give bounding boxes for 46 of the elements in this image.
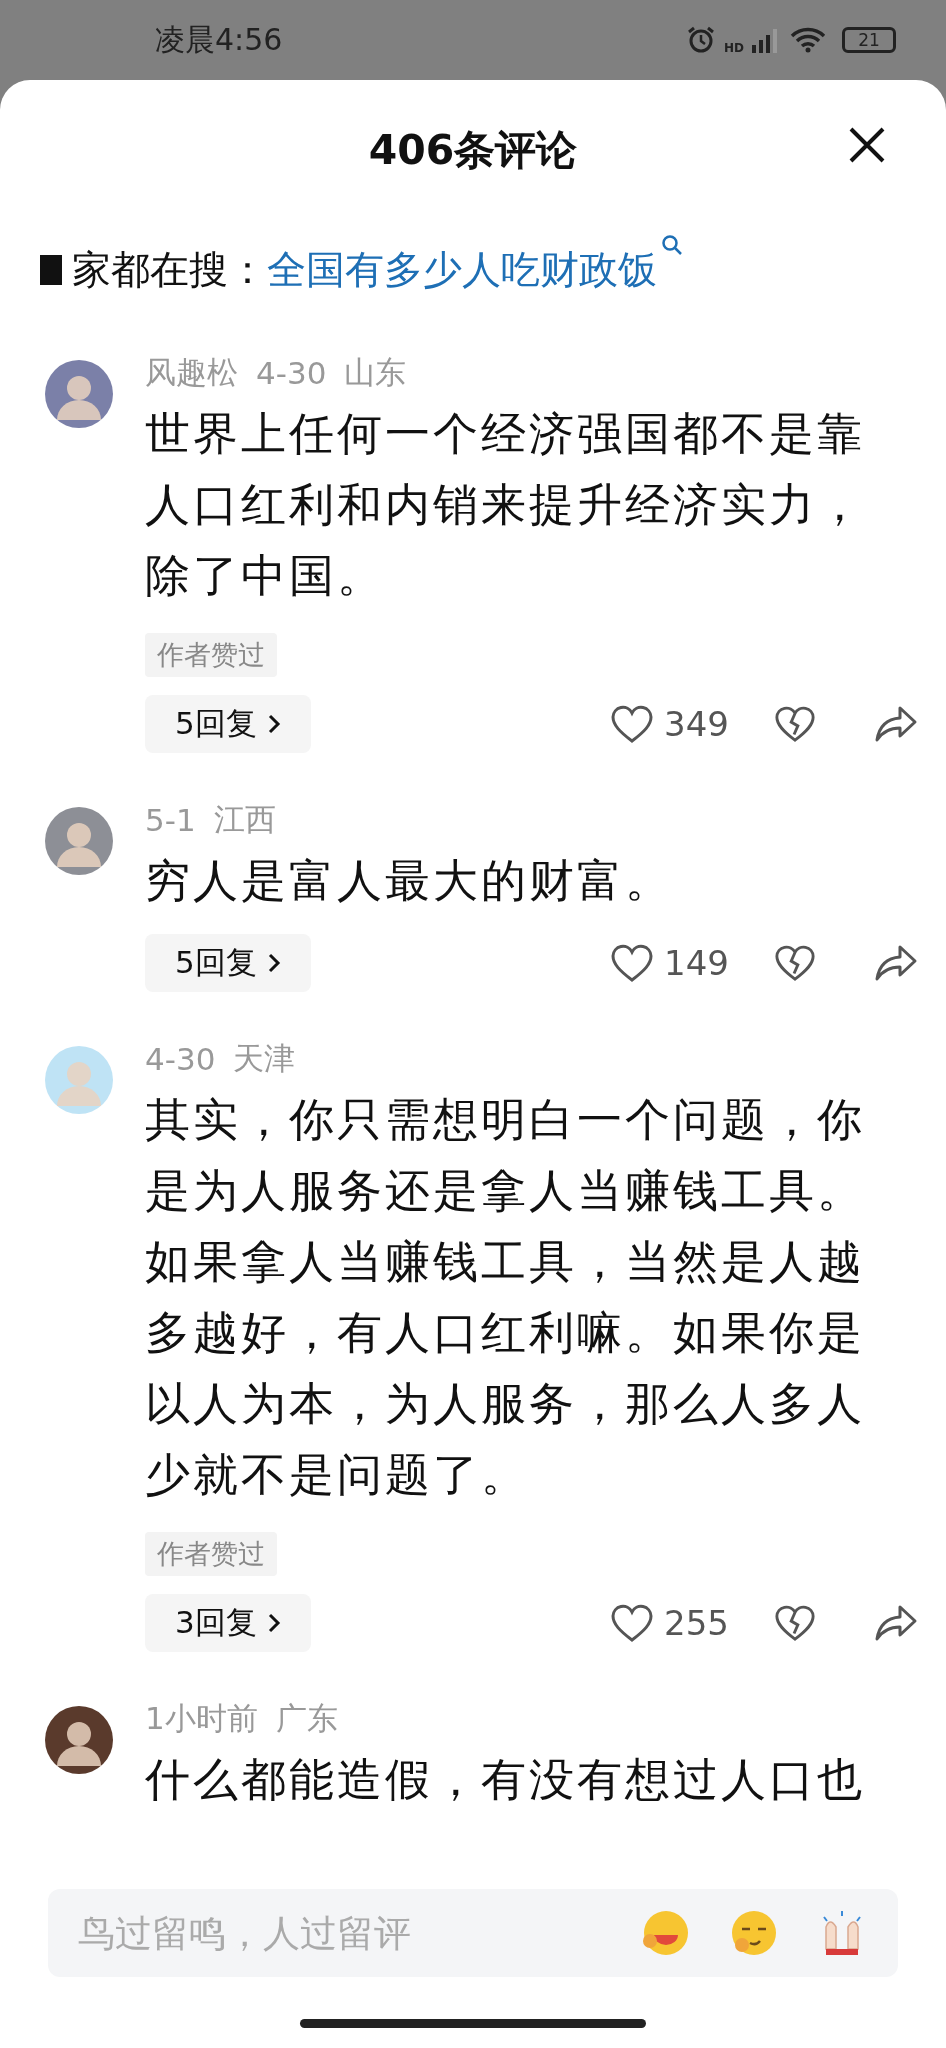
comment-meta: 5-1 (145, 802, 196, 838)
comment-meta: 4-30 (256, 355, 327, 391)
avatar[interactable] (45, 1706, 113, 1774)
share-icon[interactable] (874, 943, 918, 983)
like-count: 255 (664, 1603, 730, 1643)
heart-icon[interactable] (610, 943, 654, 983)
broken-heart-icon[interactable] (774, 943, 816, 983)
chevron-icon (266, 1612, 281, 1634)
replies-button[interactable]: 3回复 (145, 1594, 311, 1652)
comment-text: 其实，你只需想明白一个问题，你是为人服务还是拿人当赚钱工具。如果拿人当赚钱工具，当然是人越多越好，有人口红利嘛。如果你是以人为本，为人服务，那么人多人少就不是问题了。 (145, 1092, 866, 1503)
comment-meta: 江西 (213, 800, 276, 839)
comment-input[interactable]: 鸟过留鸣，人过留评 (76, 1910, 604, 1956)
replies-button[interactable]: 5回复 (145, 695, 311, 753)
trending-label: 家都在搜： (72, 246, 267, 294)
like-count: 149 (664, 943, 730, 983)
comment-meta: 天津 (233, 1039, 296, 1078)
heart-icon[interactable] (610, 704, 654, 744)
replies-button[interactable]: 5回复 (145, 934, 311, 992)
share-icon[interactable] (874, 1603, 918, 1643)
chevron-icon (266, 713, 281, 735)
share-icon[interactable] (874, 704, 918, 744)
redaction-block (40, 255, 62, 285)
comment-text: 什么都能造假，有没有想过人口也 (145, 1752, 866, 1808)
chevron-icon (266, 952, 281, 974)
comment-meta: 广东 (275, 1699, 338, 1738)
wifi-icon (790, 27, 826, 53)
close-icon[interactable] (848, 126, 886, 164)
broken-heart-icon[interactable] (774, 1603, 816, 1643)
like-count: 349 (664, 704, 730, 744)
heart-icon[interactable] (610, 1603, 654, 1643)
sheet-title: 406条评论 (368, 124, 578, 176)
comment-text: 世界上任何一个经济强国都不是靠人口红利和内销来提升经济实力，除了中国。 (145, 406, 866, 604)
broken-heart-icon[interactable] (774, 704, 816, 744)
trending-link[interactable]: 全国有多少人吃财政饭 (267, 243, 657, 297)
alarm-icon (686, 25, 716, 55)
author-liked-tag: 作者赞过 (145, 1532, 277, 1576)
author-liked-tag: 作者赞过 (145, 633, 277, 677)
comment-text: 穷人是富人最大的财富。 (145, 853, 674, 909)
comment-bar[interactable]: 鸟过留鸣，人过留评 (48, 1889, 898, 1977)
network-label: HD (724, 41, 744, 55)
comment-meta: 1小时前 (145, 1699, 258, 1738)
status-time: 凌晨4:56 (155, 20, 283, 59)
search-icon (661, 234, 683, 256)
comment-meta: 4-30 (145, 1041, 216, 1077)
battery-icon: 21 (842, 27, 896, 53)
comment-meta: 山东 (344, 353, 407, 392)
